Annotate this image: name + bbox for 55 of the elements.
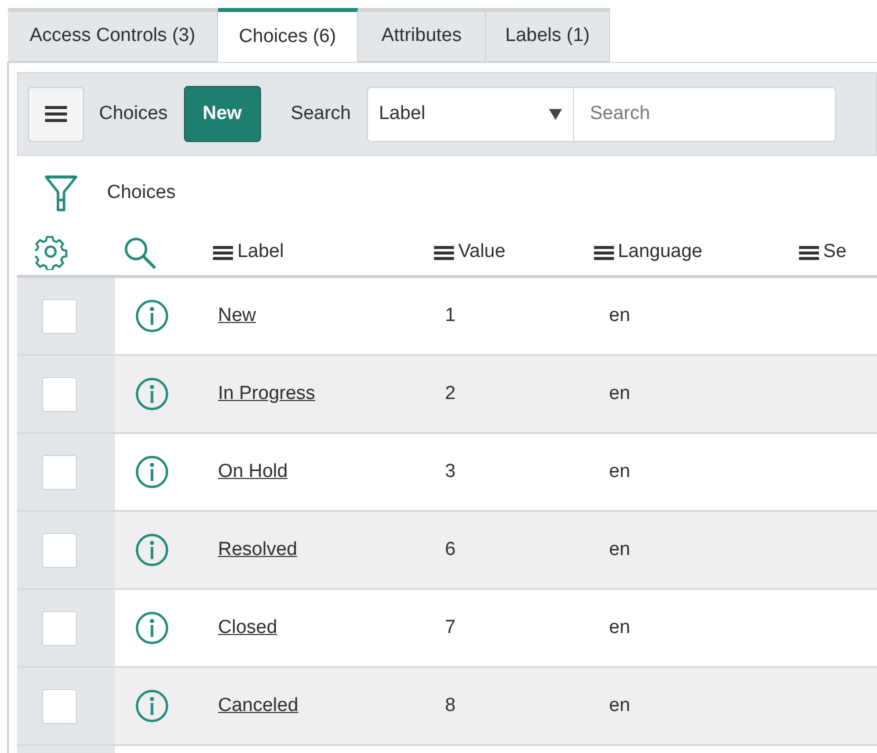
info-icon[interactable] [135, 455, 169, 489]
table-cell: 3 [445, 460, 456, 482]
column-menu-icon[interactable] [213, 244, 234, 260]
column-header[interactable]: Se [823, 238, 846, 267]
table-cell: en [609, 538, 630, 560]
filter-breadcrumb: Choices [107, 180, 176, 205]
search-input[interactable]: Search [574, 86, 836, 142]
table-cell: en [609, 304, 630, 326]
row-checkbox[interactable] [42, 532, 77, 568]
settings-icon[interactable] [35, 236, 69, 270]
tab[interactable]: Labels (1) [486, 8, 610, 62]
row-checkbox[interactable] [42, 610, 77, 646]
table-cell: en [609, 616, 630, 638]
row-checkbox[interactable] [42, 688, 77, 724]
column-header[interactable]: Language [618, 238, 702, 267]
search-icon[interactable] [122, 236, 157, 270]
info-icon[interactable] [135, 533, 169, 567]
table-cell: 7 [445, 616, 456, 638]
filter-icon[interactable] [43, 174, 79, 212]
tab[interactable]: Choices (6) [218, 8, 358, 62]
tab[interactable]: Attributes [358, 8, 486, 62]
table-cell: 6 [445, 538, 456, 560]
column-menu-icon[interactable] [434, 244, 454, 260]
column-header[interactable]: Value [458, 238, 506, 267]
table-cell: en [609, 460, 630, 482]
menu-icon [45, 105, 67, 123]
list-title: Choices [99, 102, 168, 126]
select-value: Label [378, 102, 426, 126]
new-button[interactable]: New [184, 86, 261, 142]
info-icon[interactable] [135, 377, 169, 411]
record-link[interactable]: Resolved [218, 538, 298, 560]
search-label: Search [290, 102, 351, 126]
record-link[interactable]: Closed [218, 616, 278, 638]
column-header[interactable]: Label [237, 238, 284, 267]
tab[interactable]: Access Controls (3) [8, 8, 218, 62]
menu-button[interactable] [28, 86, 84, 142]
info-icon[interactable] [135, 299, 169, 333]
row-checkbox[interactable] [42, 376, 77, 412]
row-checkbox[interactable] [42, 298, 77, 334]
record-link[interactable]: New [218, 304, 256, 326]
table-cell: en [609, 382, 630, 404]
record-link[interactable]: In Progress [218, 382, 316, 404]
record-link[interactable]: On Hold [218, 460, 288, 482]
column-menu-icon[interactable] [799, 244, 820, 260]
info-icon[interactable] [135, 611, 169, 645]
record-link[interactable]: Canceled [218, 694, 298, 716]
column-menu-icon[interactable] [594, 244, 614, 260]
table-cell: 1 [445, 304, 456, 326]
table-cell: 8 [445, 694, 456, 716]
table-cell: en [609, 694, 630, 716]
dropdown-caret-icon [548, 108, 562, 120]
search-field-select[interactable]: Label [366, 86, 574, 142]
row-checkbox[interactable] [42, 454, 77, 490]
table-cell: 2 [445, 382, 456, 404]
info-icon[interactable] [135, 689, 169, 723]
